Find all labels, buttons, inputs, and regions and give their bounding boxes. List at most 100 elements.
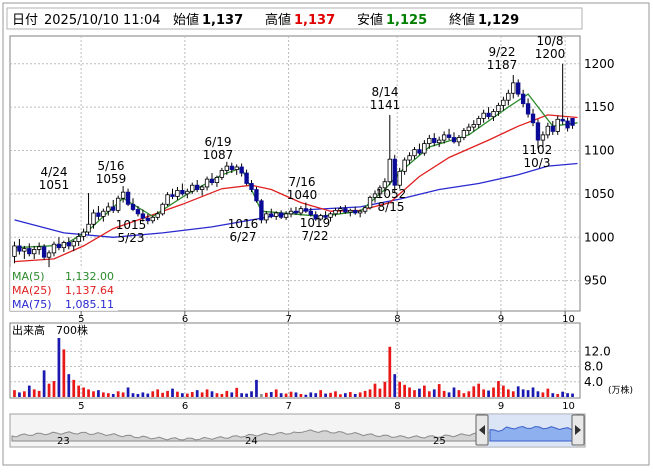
navigator-right-handle[interactable] [571,414,585,446]
volume-bar [324,393,327,397]
volume-bar [141,392,145,397]
annotation-text: 1051 [39,178,70,192]
volume-bar [492,387,495,397]
volume-bar [284,393,288,397]
volume-bar [294,392,298,397]
candle-body [407,155,412,161]
navigator-label-24: 24 [245,436,258,447]
candle-body [199,186,205,190]
volume-bar [126,387,130,397]
annotation-text: 10/8 [537,34,564,48]
annotation-text: 7/22 [302,229,329,243]
candle-body [520,93,526,105]
volume-bar [18,392,21,397]
candle-body [71,241,76,247]
volume-bar [92,391,95,397]
candle-body [249,183,254,190]
range-navigator[interactable]: 23 24 25 [9,413,586,448]
volume-bar [87,389,90,397]
candle-body [506,92,511,101]
candle-body [412,149,417,157]
volume-bar [220,393,224,397]
volume-panel [9,322,581,399]
volume-bar [146,393,150,397]
candle-body [308,210,313,216]
ma75-value: 1,085.11 [65,298,114,311]
candle-body [190,184,195,192]
volume-x-tick-label: 9 [498,401,504,412]
annotation-high: 6/191087 [203,135,234,162]
candle-body [288,210,294,215]
volume-bar [205,389,209,397]
candle-body [353,209,358,214]
volume-bar [339,394,342,397]
volume-bar [526,390,530,397]
annotation-text: 1102 [522,143,553,157]
candle-body [432,137,437,144]
annotation-text: 6/27 [230,230,257,244]
candle-body [397,170,402,186]
volume-bar [210,391,214,397]
candle-body [36,246,42,250]
volume-x-tick-label: 10 [562,401,575,412]
volume-bar [299,393,303,397]
volume-bar [151,391,155,397]
candle-body [392,158,397,186]
volume-bar [171,388,174,397]
volume-bar [457,390,461,397]
candle-body [195,184,200,190]
ma-legend: MA(5) 1,132.00 MA(25) 1,137.64 MA(75) 1,… [10,267,118,311]
annotation-text: 1015 [116,218,147,232]
date-label: 日付 [12,13,38,28]
candle-body [219,170,225,178]
volume-bar [393,374,397,397]
candle-body [550,125,555,132]
stock-chart-widget: 日付 2025/10/10 11:04 始値 1,137 高値 1,137 安値… [0,0,653,470]
volume-bar [516,386,520,397]
volume-bar [62,349,66,397]
candle-body [41,246,47,258]
volume-bar [462,393,466,397]
volume-bar [72,379,76,397]
candle-body [160,203,165,215]
candle-body [135,209,141,215]
volume-bar [521,389,525,397]
volume-bar [22,391,26,397]
navigator-left-handle[interactable] [475,414,489,446]
navigator-label-25: 25 [433,436,446,447]
candle-body [120,191,126,199]
volume-tick-label: 8.0 [584,360,603,374]
volume-bar [536,391,540,397]
candle-body [530,113,536,124]
candle-body [387,158,392,183]
candle-body [61,242,67,249]
volume-x-tick-label: 5 [78,401,84,412]
volume-bar [343,393,347,397]
ma25-label: MA(25) [12,284,52,297]
volume-bar [32,389,36,397]
candle-body [565,120,570,129]
volume-bar [52,381,56,397]
candle-body [116,197,121,211]
volume-bar [314,393,318,397]
volume-bar [477,383,481,397]
candle-body [66,242,71,247]
candle-body [357,210,363,214]
candle-body [170,194,175,197]
volume-bar [447,392,451,397]
annotation-text: 1019 [300,216,331,230]
ohlc-header: 日付 2025/10/10 11:04 始値 1,137 高値 1,137 安値… [6,7,583,30]
candle-body [525,103,531,115]
volume-bar [225,390,229,397]
volume-bar [442,390,446,397]
candle-body [303,208,309,212]
volume-bar [57,338,61,397]
volume-bar [195,390,199,397]
volume-bar [260,393,263,397]
candle-body [234,166,239,170]
volume-bar [497,381,500,397]
volume-bar [427,391,431,397]
chart-canvas: 日付 2025/10/10 11:04 始値 1,137 高値 1,137 安値… [2,2,650,466]
candle-body [441,134,447,141]
annotation-high: 9/221187 [487,45,518,72]
